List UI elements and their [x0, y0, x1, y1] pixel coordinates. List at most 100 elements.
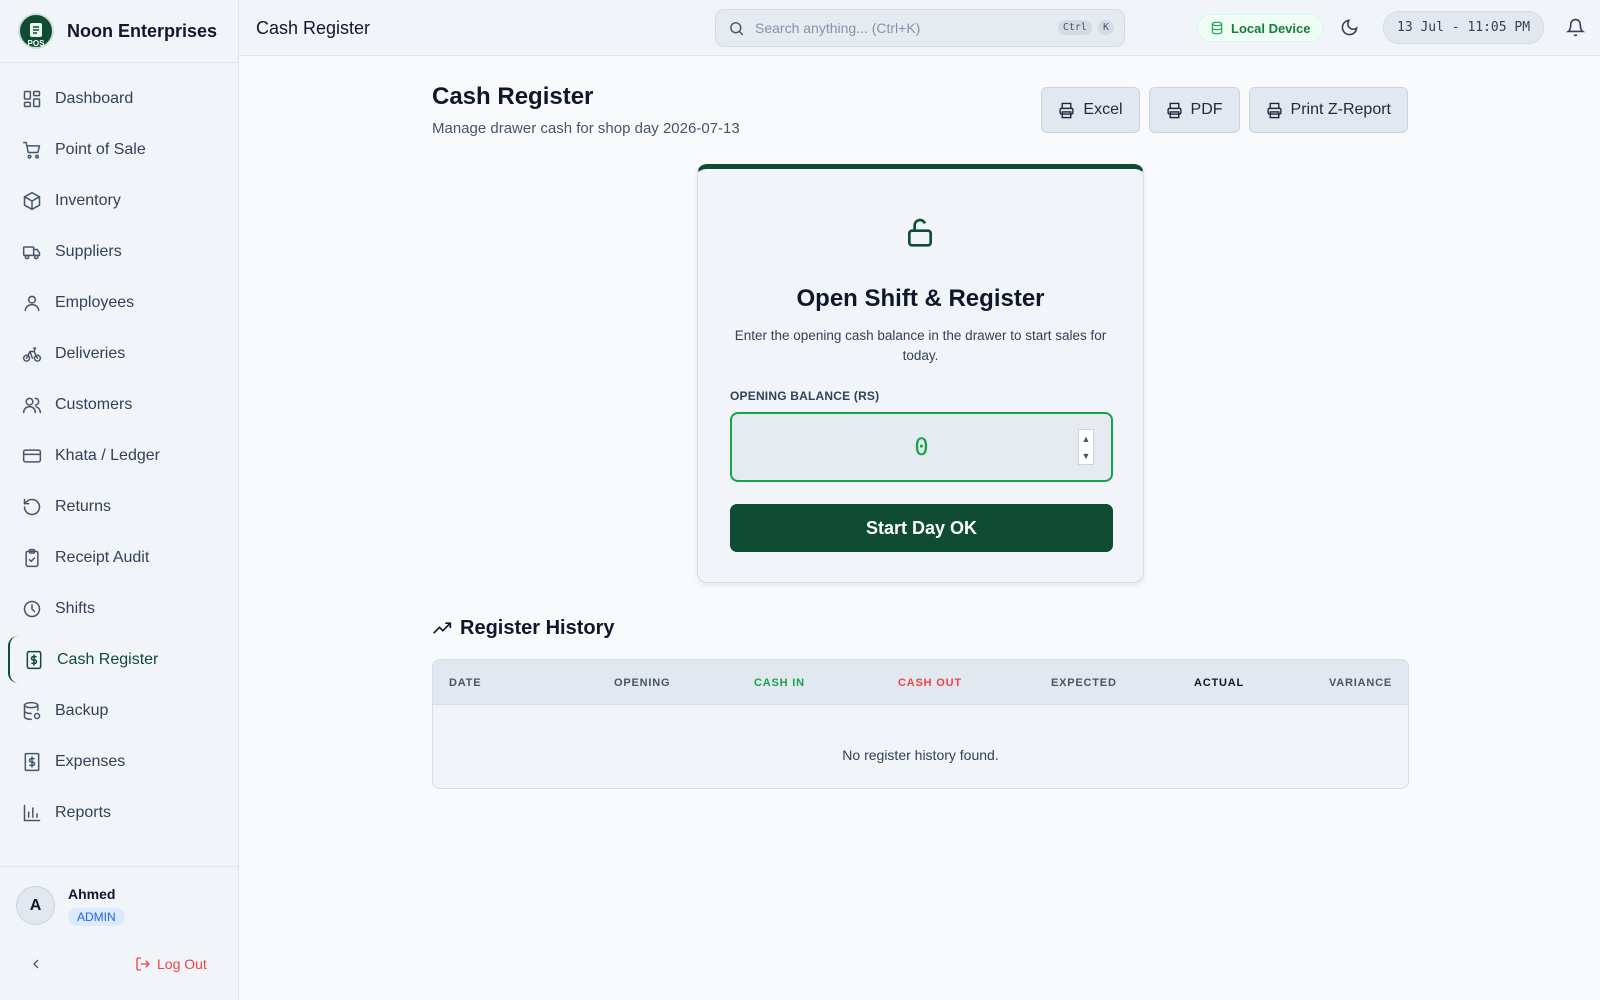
sidebar-item-label: Cash Register — [57, 650, 159, 668]
sidebar-item-label: Expenses — [55, 752, 126, 770]
column-actual: ACTUAL — [1194, 677, 1245, 689]
sidebar-item-label: Backup — [55, 701, 109, 719]
role-badge: ADMIN — [68, 908, 125, 926]
sidebar-item-cash-register[interactable]: Cash Register — [8, 636, 230, 683]
sidebar: POS Noon Enterprises Dashboard Point of … — [0, 0, 239, 1000]
column-expected: EXPECTED — [1051, 677, 1117, 689]
brand-name: Noon Enterprises — [67, 20, 218, 41]
history-title: Register History — [460, 617, 615, 639]
empty-state-message: No register history found. — [842, 747, 999, 763]
sidebar-item-khata-ledger[interactable]: Khata / Ledger — [8, 432, 230, 479]
opening-balance-label: OPENING BALANCE (RS) — [730, 389, 880, 403]
column-date: DATE — [449, 677, 482, 689]
sidebar-item-employees[interactable]: Employees — [8, 279, 230, 326]
search-bar[interactable]: Ctrl K — [715, 9, 1125, 47]
kbd-ctrl: Ctrl — [1057, 20, 1092, 35]
table-header: DATE OPENING CASH IN CASH OUT EXPECTED A… — [433, 660, 1408, 705]
excel-label: Excel — [1083, 101, 1123, 118]
sidebar-item-reports[interactable]: Reports — [8, 789, 230, 836]
sidebar-item-label: Deliveries — [55, 344, 126, 362]
column-variance: VARIANCE — [1328, 677, 1392, 689]
sidebar-item-label: Inventory — [55, 191, 121, 209]
pdf-button[interactable]: PDF — [1148, 87, 1240, 133]
print-z-report-button[interactable]: Print Z-Report — [1248, 87, 1408, 133]
page-subtitle: Manage drawer cash for shop day 2026-07-… — [432, 120, 740, 137]
box-icon — [23, 191, 41, 210]
receipt-icon — [24, 752, 40, 771]
brand: POS Noon Enterprises — [0, 0, 238, 63]
sidebar-item-customers[interactable]: Customers — [8, 381, 230, 428]
bell-icon[interactable] — [1566, 18, 1585, 37]
column-cash-out: CASH OUT — [898, 677, 962, 689]
dashboard-icon — [23, 90, 41, 107]
database-icon — [1211, 21, 1223, 35]
printer-icon — [1059, 102, 1074, 118]
sidebar-item-label: Returns — [55, 497, 112, 515]
local-device-label: Local Device — [1231, 20, 1311, 36]
number-spinner[interactable]: ▲ ▼ — [1078, 429, 1094, 465]
card-description: Enter the opening cash balance in the dr… — [734, 328, 1107, 363]
clock-icon — [23, 600, 41, 617]
sidebar-item-label: Customers — [55, 395, 133, 413]
truck-icon — [22, 245, 41, 259]
search-icon — [730, 21, 744, 35]
column-cash-in: CASH IN — [754, 677, 805, 689]
register-history-table: DATE OPENING CASH IN CASH OUT EXPECTED A… — [432, 659, 1409, 789]
user-name: Ahmed — [68, 886, 116, 902]
sidebar-item-suppliers[interactable]: Suppliers — [8, 228, 230, 275]
sidebar-item-expenses[interactable]: Expenses — [8, 738, 230, 785]
open-shift-card: Open Shift & Register Enter the opening … — [697, 164, 1144, 583]
bar-chart-icon — [23, 804, 41, 821]
spin-down-icon[interactable]: ▼ — [1082, 451, 1091, 461]
search-input[interactable] — [755, 20, 1035, 36]
sidebar-item-backup[interactable]: Backup — [8, 687, 230, 734]
sidebar-item-label: Reports — [55, 803, 112, 821]
excel-button[interactable]: Excel — [1041, 87, 1140, 133]
pdf-label: PDF — [1190, 101, 1223, 118]
users-icon — [22, 397, 42, 413]
cart-icon — [22, 141, 41, 159]
card-title: Open Shift & Register — [796, 285, 1045, 312]
chevron-left-icon[interactable] — [28, 956, 44, 972]
spin-up-icon[interactable]: ▲ — [1082, 434, 1091, 444]
avatar[interactable]: A — [16, 886, 55, 925]
trending-up-icon — [433, 621, 452, 634]
local-device-badge[interactable]: Local Device — [1197, 14, 1324, 42]
logout-label: Log Out — [157, 956, 207, 972]
sidebar-item-receipt-audit[interactable]: Receipt Audit — [8, 534, 230, 581]
kbd-k: K — [1097, 20, 1114, 35]
logout-button[interactable]: Log Out — [135, 956, 207, 972]
sidebar-item-label: Shifts — [55, 599, 96, 617]
start-day-button[interactable]: Start Day OK — [730, 504, 1113, 552]
header-title: Cash Register — [256, 18, 371, 38]
datetime-display: 13 Jul - 11:05 PM — [1383, 11, 1545, 44]
rotate-icon — [23, 498, 41, 515]
sidebar-item-returns[interactable]: Returns — [8, 483, 230, 530]
printer-icon — [1166, 102, 1182, 118]
pos-receipt-icon — [30, 23, 42, 37]
dollar-file-icon — [26, 650, 42, 669]
card-icon — [22, 448, 42, 463]
shortcut-hint: Ctrl K — [1052, 20, 1114, 35]
moon-icon[interactable] — [1340, 18, 1359, 37]
sidebar-item-shifts[interactable]: Shifts — [8, 585, 230, 632]
user-block: A Ahmed ADMIN Log Out — [0, 866, 238, 1000]
sidebar-nav: Dashboard Point of Sale Inventory Suppli… — [0, 63, 238, 836]
sidebar-item-point-of-sale[interactable]: Point of Sale — [8, 126, 230, 173]
clipboard-check-icon — [25, 548, 39, 567]
sidebar-item-label: Dashboard — [55, 89, 134, 107]
zreport-label: Print Z-Report — [1290, 101, 1391, 118]
sidebar-item-label: Employees — [55, 293, 135, 311]
column-opening: OPENING — [614, 677, 671, 689]
sidebar-item-inventory[interactable]: Inventory — [8, 177, 230, 224]
database-icon — [23, 701, 41, 720]
logout-icon — [136, 957, 150, 971]
opening-balance-input[interactable]: 0 ▲ ▼ — [730, 412, 1113, 482]
sidebar-item-deliveries[interactable]: Deliveries — [8, 330, 230, 377]
page-title: Cash Register — [432, 83, 594, 110]
logo-text: POS — [27, 39, 45, 48]
sidebar-item-label: Khata / Ledger — [55, 446, 160, 464]
register-history-heading: Register History — [432, 617, 615, 640]
sidebar-item-dashboard[interactable]: Dashboard — [8, 75, 230, 122]
export-toolbar: Excel PDF Print Z-Report — [1041, 87, 1408, 133]
